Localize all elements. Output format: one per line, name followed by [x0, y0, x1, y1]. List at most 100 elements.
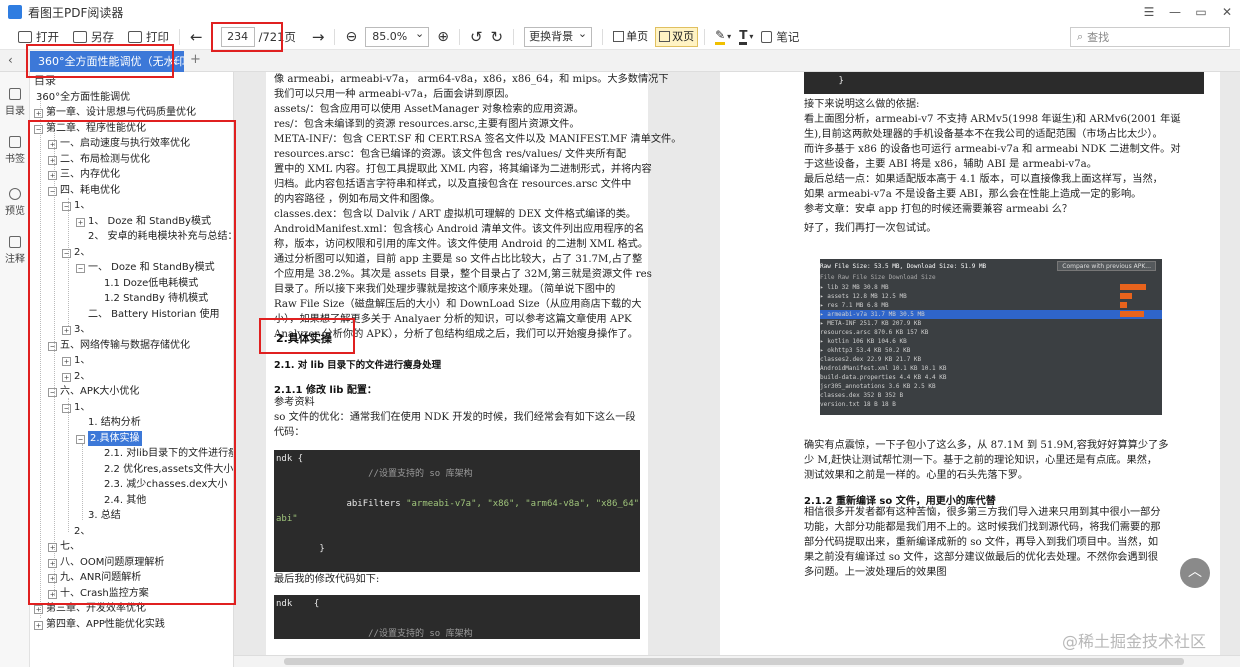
collapse-icon[interactable]: − — [48, 187, 57, 196]
annotation-icon — [9, 236, 21, 248]
page-number-input[interactable]: 234 — [220, 26, 255, 47]
print-button[interactable]: 打印 — [124, 26, 173, 48]
double-page-button[interactable]: 双页 — [655, 26, 699, 47]
toc-item[interactable]: − 六、APK大小优化 — [48, 384, 139, 399]
close-window-button[interactable]: ✕ — [1214, 0, 1240, 24]
toc-item[interactable]: 2.3. 减少chasses.dex大小 — [104, 477, 227, 492]
toc-item[interactable]: +1、 — [62, 353, 90, 368]
menu-icon[interactable]: ☰ — [1136, 0, 1162, 24]
sidebar-toc-button[interactable]: 目录 — [0, 88, 30, 117]
document-tab[interactable]: 360°全方面性能调优（无水印） × — [30, 51, 184, 72]
toc-item[interactable]: 1.2 StandBy 待机模式 — [104, 291, 208, 306]
toc-item[interactable]: 1. 结构分析 — [88, 415, 141, 430]
collapse-icon[interactable]: − — [48, 388, 57, 397]
toc-item[interactable]: −2、 — [62, 245, 90, 260]
background-select[interactable]: 更换背景 — [524, 25, 593, 47]
toc-item[interactable]: 2、 安卓的耗电模块补充与总结： — [88, 229, 233, 244]
zoom-in-button[interactable]: ⊕ — [433, 26, 453, 48]
toc-item[interactable]: 3. 总结 — [88, 508, 121, 523]
toc-item[interactable]: + 七、 — [48, 539, 80, 554]
expand-icon[interactable]: + — [34, 605, 43, 614]
toc-item[interactable]: 2.4. 其他 — [104, 493, 146, 508]
toc-item[interactable]: − 第二章、程序性能优化 — [34, 121, 146, 136]
expand-icon[interactable]: + — [48, 590, 57, 599]
paragraph: 多问题。上一波处理后的效果图 — [804, 567, 947, 578]
toc-item-label: 1.1 Doze低电耗模式 — [104, 278, 199, 289]
toc-item[interactable]: +1、 Doze 和 StandBy模式 — [76, 214, 211, 229]
toc-item[interactable]: 2.1. 对lib目录下的文件进行瘦 — [104, 446, 233, 461]
scroll-to-top-button[interactable]: ︿ — [1180, 558, 1210, 588]
expand-icon[interactable]: + — [62, 373, 71, 382]
toc-item[interactable]: + 三、内存优化 — [48, 167, 120, 182]
toc-item[interactable]: 360°全方面性能调优 — [36, 90, 130, 105]
collapse-icon[interactable]: − — [76, 264, 85, 273]
maximize-button[interactable]: ▭ — [1188, 0, 1214, 24]
toc-item[interactable]: + 八、OOM问题原理解析 — [48, 555, 164, 570]
zoom-select[interactable]: 85.0% — [365, 25, 430, 47]
collapse-icon[interactable]: − — [62, 404, 71, 413]
sidebar-annotation-button[interactable]: 注释 — [0, 236, 30, 265]
notes-button[interactable]: 笔记 — [757, 26, 803, 48]
prev-page-button[interactable]: ← — [186, 26, 207, 48]
toc-item[interactable]: + 一、启动速度与执行效率优化 — [48, 136, 190, 151]
toc-item[interactable]: 1.1 Doze低电耗模式 — [104, 276, 198, 291]
open-button[interactable]: 打开 — [14, 26, 63, 48]
expand-icon[interactable]: + — [34, 621, 43, 630]
expand-icon[interactable]: + — [48, 574, 57, 583]
search-input[interactable]: ⌕ 查找 — [1070, 27, 1230, 47]
code-line: abiFilters — [346, 499, 407, 509]
toc-item[interactable]: 2、 — [74, 524, 90, 539]
next-page-button[interactable]: → — [308, 26, 329, 48]
horizontal-scrollbar[interactable] — [234, 655, 1240, 667]
sidebar-preview-button[interactable]: 预览 — [0, 188, 30, 217]
chevron-left-icon[interactable]: ‹ — [8, 53, 13, 67]
collapse-icon[interactable]: − — [62, 249, 71, 258]
zoom-out-button[interactable]: ⊖ — [341, 26, 361, 48]
notes-label: 笔记 — [776, 29, 800, 44]
toc-item[interactable]: 二、 Battery Historian 使用 — [88, 307, 219, 322]
expand-icon[interactable]: + — [48, 156, 57, 165]
single-page-button[interactable]: 单页 — [609, 27, 652, 47]
toc-item[interactable]: +3、 — [62, 322, 90, 337]
toc-item[interactable]: + 九、ANR问题解析 — [48, 570, 141, 585]
toc-item[interactable]: − 五、网络传输与数据存储优化 — [48, 338, 190, 353]
expand-icon[interactable]: + — [62, 326, 71, 335]
expand-icon[interactable]: + — [48, 140, 57, 149]
toc-item[interactable]: + 十、Crash监控方案 — [48, 586, 149, 601]
toc-item[interactable]: + 第四章、APP性能优化实践 — [34, 617, 165, 632]
expand-icon[interactable]: + — [48, 171, 57, 180]
toc-item[interactable]: − 四、耗电优化 — [48, 183, 120, 198]
collapse-icon[interactable]: − — [76, 435, 85, 444]
toc-item[interactable]: + 第一章、设计思想与代码质量优化 — [34, 105, 196, 120]
collapse-icon[interactable]: − — [48, 342, 57, 351]
expand-icon[interactable]: + — [34, 109, 43, 118]
highlight-button[interactable]: ✎ ▾ — [711, 26, 735, 48]
toc-item[interactable]: +2、 — [62, 369, 90, 384]
toc-item[interactable]: −1、 — [62, 198, 90, 213]
text-color-button[interactable]: T ▾ — [735, 26, 757, 48]
toc-item[interactable]: 2.2 优化res,assets文件大小 — [104, 462, 233, 477]
collapse-icon[interactable]: − — [62, 202, 71, 211]
expand-icon[interactable]: + — [76, 218, 85, 227]
paragraph: 果之前没有编译过 so 文件，这部分建议做最后的优化去处理。不然你会遇到很 — [804, 552, 1159, 563]
rotate-right-button[interactable]: ↻ — [487, 26, 508, 48]
close-tab-icon[interactable]: × — [169, 51, 178, 72]
save-as-button[interactable]: 另存 — [69, 26, 118, 48]
expand-icon[interactable]: + — [48, 543, 57, 552]
document-viewport[interactable]: 像 armeabi，armeabi-v7a， arm64-v8a，x86，x86… — [234, 72, 1240, 667]
toc-item[interactable]: + 二、布局检测与优化 — [48, 152, 150, 167]
expand-icon[interactable]: + — [62, 357, 71, 366]
toc-item[interactable]: −1、 — [62, 400, 90, 415]
minimize-button[interactable]: — — [1162, 0, 1188, 24]
toc-item-label: 三、内存优化 — [60, 169, 120, 180]
toc-item[interactable]: − 一、 Doze 和 StandBy模式 — [76, 260, 215, 275]
sidebar-bookmark-button[interactable]: 书签 — [0, 136, 30, 165]
collapse-icon[interactable]: − — [34, 125, 43, 134]
rotate-left-button[interactable]: ↺ — [466, 26, 487, 48]
add-tab-button[interactable]: + — [190, 52, 201, 67]
toc-item[interactable]: + 第三章、开发效率优化 — [34, 601, 146, 616]
document-tab-label: 360°全方面性能调优（无水印） — [38, 55, 184, 68]
expand-icon[interactable]: + — [48, 559, 57, 568]
scrollbar-thumb[interactable] — [284, 658, 1184, 665]
toc-item-selected[interactable]: −2.具体实操 — [76, 431, 142, 446]
